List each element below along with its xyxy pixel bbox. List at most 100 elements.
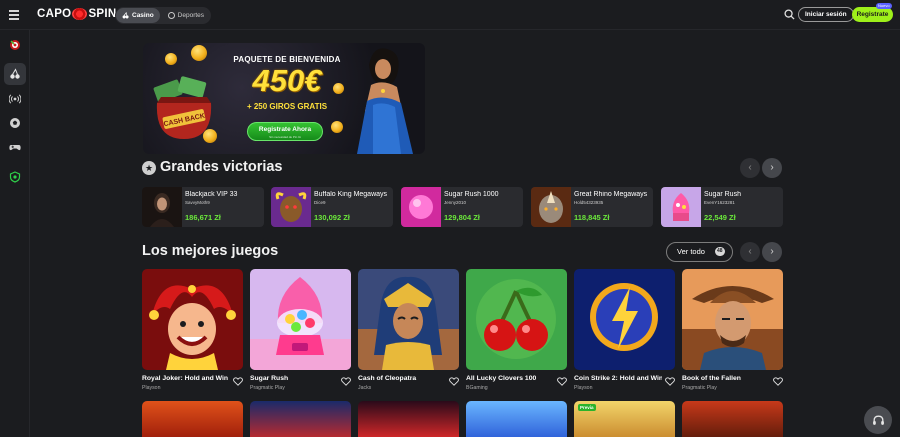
shield-icon — [9, 171, 21, 183]
win-game-thumbnail — [401, 187, 441, 227]
coin-icon — [165, 53, 177, 65]
game-name: Royal Joker: Hold and Win — [142, 375, 229, 382]
game-artwork — [142, 269, 243, 370]
see-all-label: Ver todo — [677, 247, 705, 256]
coin-icon — [191, 45, 207, 61]
win-game-name: Great Rhino Megaways — [574, 191, 648, 198]
logo[interactable]: CAPO SPIN — [37, 8, 116, 20]
best-games-prev-button[interactable]: ‹ — [740, 242, 760, 262]
win-game-name: Sugar Rush 1000 — [444, 191, 499, 198]
best-games-next-button[interactable]: › — [762, 242, 782, 262]
game-name: All Lucky Clovers 100 — [466, 375, 537, 382]
favorite-heart-icon[interactable] — [341, 377, 351, 386]
win-game-thumbnail — [271, 187, 311, 227]
soccer-ball-icon — [167, 12, 175, 19]
favorite-heart-icon[interactable] — [449, 377, 459, 386]
support-chat-button[interactable] — [864, 406, 892, 434]
big-win-card[interactable]: Buffalo King Megaways Dice9 130,092 Zł — [271, 187, 393, 227]
game-tile-partial[interactable] — [142, 401, 243, 437]
star-icon: ★ — [142, 161, 156, 175]
register-button[interactable]: Registrate — [852, 7, 893, 22]
tab-casino-label: Casino — [132, 12, 154, 19]
sidebar-item-promotions[interactable] — [4, 34, 26, 56]
product-tabs: Casino Deportes — [115, 7, 212, 24]
sidebar-item-live[interactable] — [4, 88, 26, 110]
win-game-thumbnail — [661, 187, 701, 227]
favorite-heart-icon[interactable] — [773, 377, 783, 386]
preview-badge: Previa — [578, 404, 596, 411]
win-amount: 186,671 Zł — [185, 213, 221, 222]
tab-deportes[interactable]: Deportes — [162, 8, 210, 23]
sidebar-item-esports[interactable] — [4, 136, 26, 158]
big-win-card[interactable]: Great Rhino Megaways Hold54323935 118,84… — [531, 187, 653, 227]
sidebar-item-sports[interactable] — [4, 112, 26, 134]
sidebar-item-responsible[interactable] — [4, 166, 26, 188]
win-amount: 118,845 Zł — [574, 213, 610, 222]
game-name: Coin Strike 2: Hold and Win — [574, 375, 662, 382]
win-username: Dice9 — [314, 200, 326, 205]
coin-icon — [331, 121, 343, 133]
win-game-name: Sugar Rush — [704, 191, 741, 198]
banner-subtitle: + 250 GIROS GRATIS — [246, 102, 328, 111]
tab-casino[interactable]: Casino — [116, 8, 160, 23]
win-amount: 22,549 Zł — [704, 213, 736, 222]
live-broadcast-icon — [9, 94, 21, 104]
cashback-bag-illustration: CASH BACK — [153, 76, 212, 139]
register-now-label: Registrate Ahora — [258, 126, 312, 133]
win-amount: 129,804 Zł — [444, 213, 480, 222]
game-tile-partial[interactable] — [682, 401, 783, 437]
see-all-button[interactable]: Ver todo 48 — [666, 242, 733, 262]
game-provider: Jacks — [358, 385, 372, 391]
game-provider: Pragmatic Play — [682, 385, 717, 391]
game-name: Book of the Fallen — [682, 375, 741, 382]
game-provider: Pragmatic Play — [250, 385, 285, 391]
best-games-title: Los mejores juegos — [142, 243, 279, 259]
win-username: Hold54323935 — [574, 200, 604, 205]
search-icon[interactable] — [784, 9, 795, 20]
win-username: Jenny2010 — [444, 200, 467, 205]
welcome-banner[interactable]: CASH BACK PAQUETE DE BIENVENIDA 450€ + 2… — [143, 43, 425, 154]
big-wins-next-button[interactable]: › — [762, 158, 782, 178]
register-now-note: Sin necesidad de Pin IA — [269, 135, 301, 139]
login-button[interactable]: Iniciar sesión — [798, 7, 854, 22]
banner-amount: 450€ — [252, 63, 322, 98]
game-provider: Playson — [142, 385, 161, 391]
game-provider: Playson — [574, 385, 593, 391]
game-tile-partial[interactable] — [250, 401, 351, 437]
favorite-heart-icon[interactable] — [665, 377, 675, 386]
logo-text-left: CAPO — [37, 8, 72, 20]
game-tile-partial[interactable]: Previa — [574, 401, 675, 437]
favorite-heart-icon[interactable] — [233, 377, 243, 386]
promo-target-icon — [10, 40, 20, 50]
game-artwork — [466, 269, 567, 370]
game-tile-partial[interactable] — [466, 401, 567, 437]
new-badge: Nuevo — [876, 3, 892, 9]
win-amount: 130,092 Zł — [314, 213, 350, 222]
game-artwork — [250, 269, 351, 370]
cherries-icon — [10, 68, 20, 79]
main-content: CASH BACK PAQUETE DE BIENVENIDA 450€ + 2… — [31, 31, 900, 437]
menu-icon[interactable] — [9, 10, 19, 20]
logo-text-right: SPIN — [88, 8, 117, 20]
gamepad-icon — [9, 145, 21, 151]
big-wins-prev-button[interactable]: ‹ — [740, 158, 760, 178]
favorite-heart-icon[interactable] — [557, 377, 567, 386]
register-now-button[interactable]: Registrate Ahora Sin necesidad de Pin IA — [247, 122, 323, 141]
see-all-count: 48 — [715, 247, 725, 256]
win-game-name: Blackjack VIP 33 — [185, 191, 238, 198]
big-win-card[interactable]: Sugar Rush EvenY1623281 22,549 Zł — [661, 187, 783, 227]
game-artwork — [574, 269, 675, 370]
big-win-card[interactable]: Blackjack VIP 33 SavvyMoth9 186,671 Zł — [142, 187, 264, 227]
win-game-thumbnail — [531, 187, 571, 227]
big-win-card[interactable]: Sugar Rush 1000 Jenny2010 129,804 Zł — [401, 187, 523, 227]
game-artwork — [682, 269, 783, 370]
logo-chip-icon — [72, 8, 88, 20]
tab-deportes-label: Deportes — [177, 12, 205, 19]
cherries-icon — [122, 12, 129, 19]
game-artwork — [358, 269, 459, 370]
sidebar-item-casino[interactable] — [4, 63, 26, 85]
top-bar: CAPO SPIN Casino Deportes Iniciar sesión… — [0, 0, 900, 30]
soccer-ball-icon — [10, 118, 20, 128]
game-tile-partial[interactable] — [358, 401, 459, 437]
win-game-name: Buffalo King Megaways — [314, 191, 388, 198]
